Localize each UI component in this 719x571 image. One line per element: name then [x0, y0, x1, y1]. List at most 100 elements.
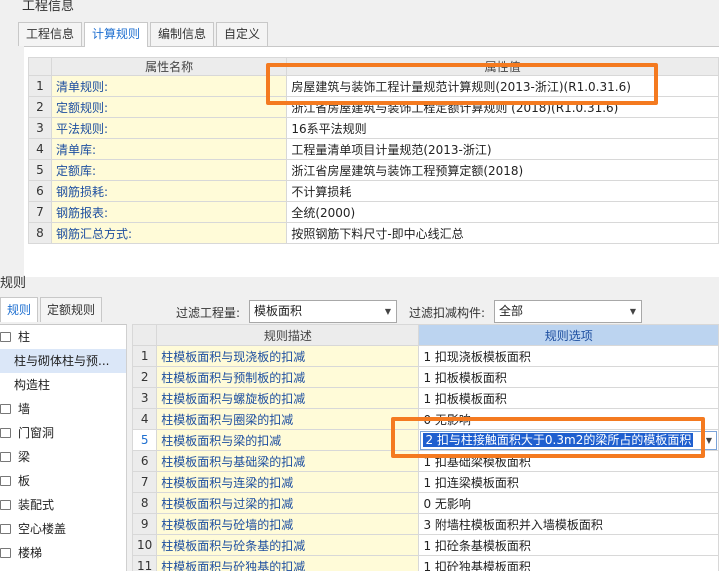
rule-description: 柱模板面积与现浇板的扣减 — [156, 345, 420, 367]
rule-option[interactable]: 1 扣基础梁模板面积 — [418, 450, 719, 472]
filter-deduct-select[interactable]: 全部 ▼ — [494, 300, 642, 323]
rule-option[interactable]: 0 无影响 — [418, 408, 719, 430]
folder-icon — [0, 452, 11, 462]
folder-icon — [0, 332, 11, 342]
filter-deduct-label: 过滤扣减构件: — [409, 306, 486, 320]
table-row[interactable]: 6 柱模板面积与基础梁的扣减 1 扣基础梁模板面积 — [131, 450, 719, 472]
table-row[interactable]: 3 平法规则: 16系平法规则 — [28, 117, 719, 139]
table-row[interactable]: 8 钢筋汇总方式: 按照钢筋下料尺寸-即中心线汇总 — [28, 222, 719, 244]
table-row[interactable]: 4 清单库: 工程量清单项目计量规范(2013-浙江) — [28, 138, 719, 160]
project-info-tabs: 工程信息 计算规则 编制信息 自定义 — [18, 22, 270, 47]
rules-window-title: 规则 — [0, 276, 27, 291]
column-header-desc: 规则描述 — [156, 324, 420, 346]
row-number-header — [28, 57, 52, 76]
rule-option[interactable]: 1 扣现浇板模板面积 — [418, 345, 719, 367]
table-row[interactable]: 3 柱模板面积与螺旋板的扣减 1 扣板模板面积 — [131, 387, 719, 409]
tree-item-label: 楼梯 — [18, 546, 43, 560]
row-number: 9 — [131, 513, 158, 535]
tab-custom[interactable]: 自定义 — [216, 22, 269, 46]
tree-item-label: 板 — [18, 474, 31, 488]
table-row[interactable]: 7 柱模板面积与连梁的扣减 1 扣连梁模板面积 — [131, 471, 719, 493]
rule-option-dropdown[interactable]: 2 扣与柱接触面积大于0.3m2的梁所占的模板面积 ▼ — [420, 430, 717, 450]
property-value[interactable]: 按照钢筋下料尺寸-即中心线汇总 — [286, 222, 719, 244]
table-row[interactable]: 10 柱模板面积与砼条基的扣减 1 扣砼条基模板面积 — [131, 534, 719, 556]
row-number: 2 — [28, 96, 52, 118]
tab-compile-info[interactable]: 编制信息 — [150, 22, 215, 46]
rules-window: 规则 规则 定额规则 过滤工程量: 模板面积 ▼ 过滤扣减构件: 全部 ▼ 柱 … — [0, 276, 719, 571]
property-name: 清单库: — [50, 138, 288, 160]
property-value[interactable]: 全统(2000) — [286, 201, 719, 223]
table-row[interactable]: 4 柱模板面积与圈梁的扣减 0 无影响 — [131, 408, 719, 430]
table-row[interactable]: 7 钢筋报表: 全统(2000) — [28, 201, 719, 223]
table-row[interactable]: 2 柱模板面积与预制板的扣减 1 扣板模板面积 — [131, 366, 719, 388]
rule-description: 柱模板面积与砼独基的扣减 — [156, 555, 420, 571]
tree-item[interactable]: 墙 — [0, 397, 126, 421]
filter-quantity-select[interactable]: 模板面积 ▼ — [249, 300, 397, 323]
tree-item[interactable]: 装配式 — [0, 493, 126, 517]
property-value[interactable]: 浙江省房屋建筑与装饰工程定额计算规则 (2018)(R1.0.31.6) — [286, 96, 719, 118]
tree-item[interactable]: 空心楼盖 — [0, 517, 126, 541]
rule-description: 柱模板面积与梁的扣减 — [156, 429, 420, 451]
table-row[interactable]: 8 柱模板面积与过梁的扣减 0 无影响 — [131, 492, 719, 514]
folder-icon — [0, 524, 11, 534]
component-tree: 柱 柱与砌体柱与预... 构造柱 墙 门窗洞 梁 板 装配式 空心楼盖 楼梯 — [0, 324, 127, 571]
row-number: 4 — [28, 138, 52, 160]
tree-item[interactable]: 柱 — [0, 325, 126, 349]
table-row[interactable]: 5 定额库: 浙江省房屋建筑与装饰工程预算定额(2018) — [28, 159, 719, 181]
rule-option[interactable]: 1 扣连梁模板面积 — [418, 471, 719, 493]
rule-option[interactable]: 1 扣砼独基模板面积 — [418, 555, 719, 571]
rule-option[interactable]: 1 扣板模板面积 — [418, 366, 719, 388]
tree-item-label: 墙 — [18, 402, 31, 416]
property-name: 平法规则: — [50, 117, 288, 139]
tree-item-label: 构造柱 — [14, 378, 51, 392]
table-row[interactable]: 9 柱模板面积与砼墙的扣减 3 附墙柱模板面积并入墙模板面积 — [131, 513, 719, 535]
table-row[interactable]: 6 钢筋损耗: 不计算损耗 — [28, 180, 719, 202]
tree-item[interactable]: 柱与砌体柱与预... — [0, 349, 126, 373]
property-value[interactable]: 浙江省房屋建筑与装饰工程预算定额(2018) — [286, 159, 719, 181]
rule-option[interactable]: 3 附墙柱模板面积并入墙模板面积 — [418, 513, 719, 535]
tab-rules[interactable]: 规则 — [0, 297, 39, 322]
rule-option[interactable]: 0 无影响 — [418, 492, 719, 514]
column-header-name: 属性名称 — [50, 57, 288, 76]
folder-icon — [0, 428, 11, 438]
tree-item[interactable]: 梁 — [0, 445, 126, 469]
table-row[interactable]: 1 柱模板面积与现浇板的扣减 1 扣现浇板模板面积 — [131, 345, 719, 367]
property-name: 钢筋损耗: — [50, 180, 288, 202]
folder-icon — [0, 500, 11, 510]
rule-description: 柱模板面积与砼墙的扣减 — [156, 513, 420, 535]
row-number: 5 — [28, 159, 52, 181]
tree-item[interactable]: 门窗洞 — [0, 421, 126, 445]
property-value[interactable]: 16系平法规则 — [286, 117, 719, 139]
row-number-header — [131, 324, 158, 346]
row-number: 1 — [28, 75, 52, 97]
tree-item[interactable]: 构造柱 — [0, 373, 126, 397]
rule-option[interactable]: 1 扣砼条基模板面积 — [418, 534, 719, 556]
folder-icon — [0, 548, 11, 558]
rule-description: 柱模板面积与过梁的扣减 — [156, 492, 420, 514]
property-value[interactable]: 工程量清单项目计量规范(2013-浙江) — [286, 138, 719, 160]
tab-project-info[interactable]: 工程信息 — [18, 22, 83, 46]
rule-option[interactable]: 2 扣与柱接触面积大于0.3m2的梁所占的模板面积 ▼ — [418, 429, 719, 451]
table-row[interactable]: 2 定额规则: 浙江省房屋建筑与装饰工程定额计算规则 (2018)(R1.0.3… — [28, 96, 719, 118]
table-row[interactable]: 11 柱模板面积与砼独基的扣减 1 扣砼独基模板面积 — [131, 555, 719, 571]
property-value[interactable]: 房屋建筑与装饰工程计量规范计算规则(2013-浙江)(R1.0.31.6) — [286, 75, 719, 97]
tree-item-label: 装配式 — [18, 498, 55, 512]
rules-grid: 规则描述 规则选项 1 柱模板面积与现浇板的扣减 1 扣现浇板模板面积 2 柱模… — [131, 324, 719, 571]
rule-option[interactable]: 1 扣板模板面积 — [418, 387, 719, 409]
tab-calc-rules[interactable]: 计算规则 — [84, 22, 149, 47]
tree-item-label: 门窗洞 — [18, 426, 55, 440]
row-number: 5 — [131, 429, 158, 451]
chevron-down-icon: ▼ — [384, 307, 391, 316]
table-row[interactable]: 1 清单规则: 房屋建筑与装饰工程计量规范计算规则(2013-浙江)(R1.0.… — [28, 75, 719, 97]
tree-item[interactable]: 楼梯 — [0, 541, 126, 565]
row-number: 4 — [131, 408, 158, 430]
selected-option-text: 2 扣与柱接触面积大于0.3m2的梁所占的模板面积 — [423, 432, 694, 447]
tab-quota-rules[interactable]: 定额规则 — [40, 297, 103, 322]
property-value[interactable]: 不计算损耗 — [286, 180, 719, 202]
column-header-value: 属性值 — [286, 57, 719, 76]
property-name: 钢筋汇总方式: — [50, 222, 288, 244]
tree-item[interactable]: 板 — [0, 469, 126, 493]
tree-item-label: 梁 — [18, 450, 31, 464]
table-row[interactable]: 5 柱模板面积与梁的扣减 2 扣与柱接触面积大于0.3m2的梁所占的模板面积 ▼ — [131, 429, 719, 451]
property-name: 定额库: — [50, 159, 288, 181]
